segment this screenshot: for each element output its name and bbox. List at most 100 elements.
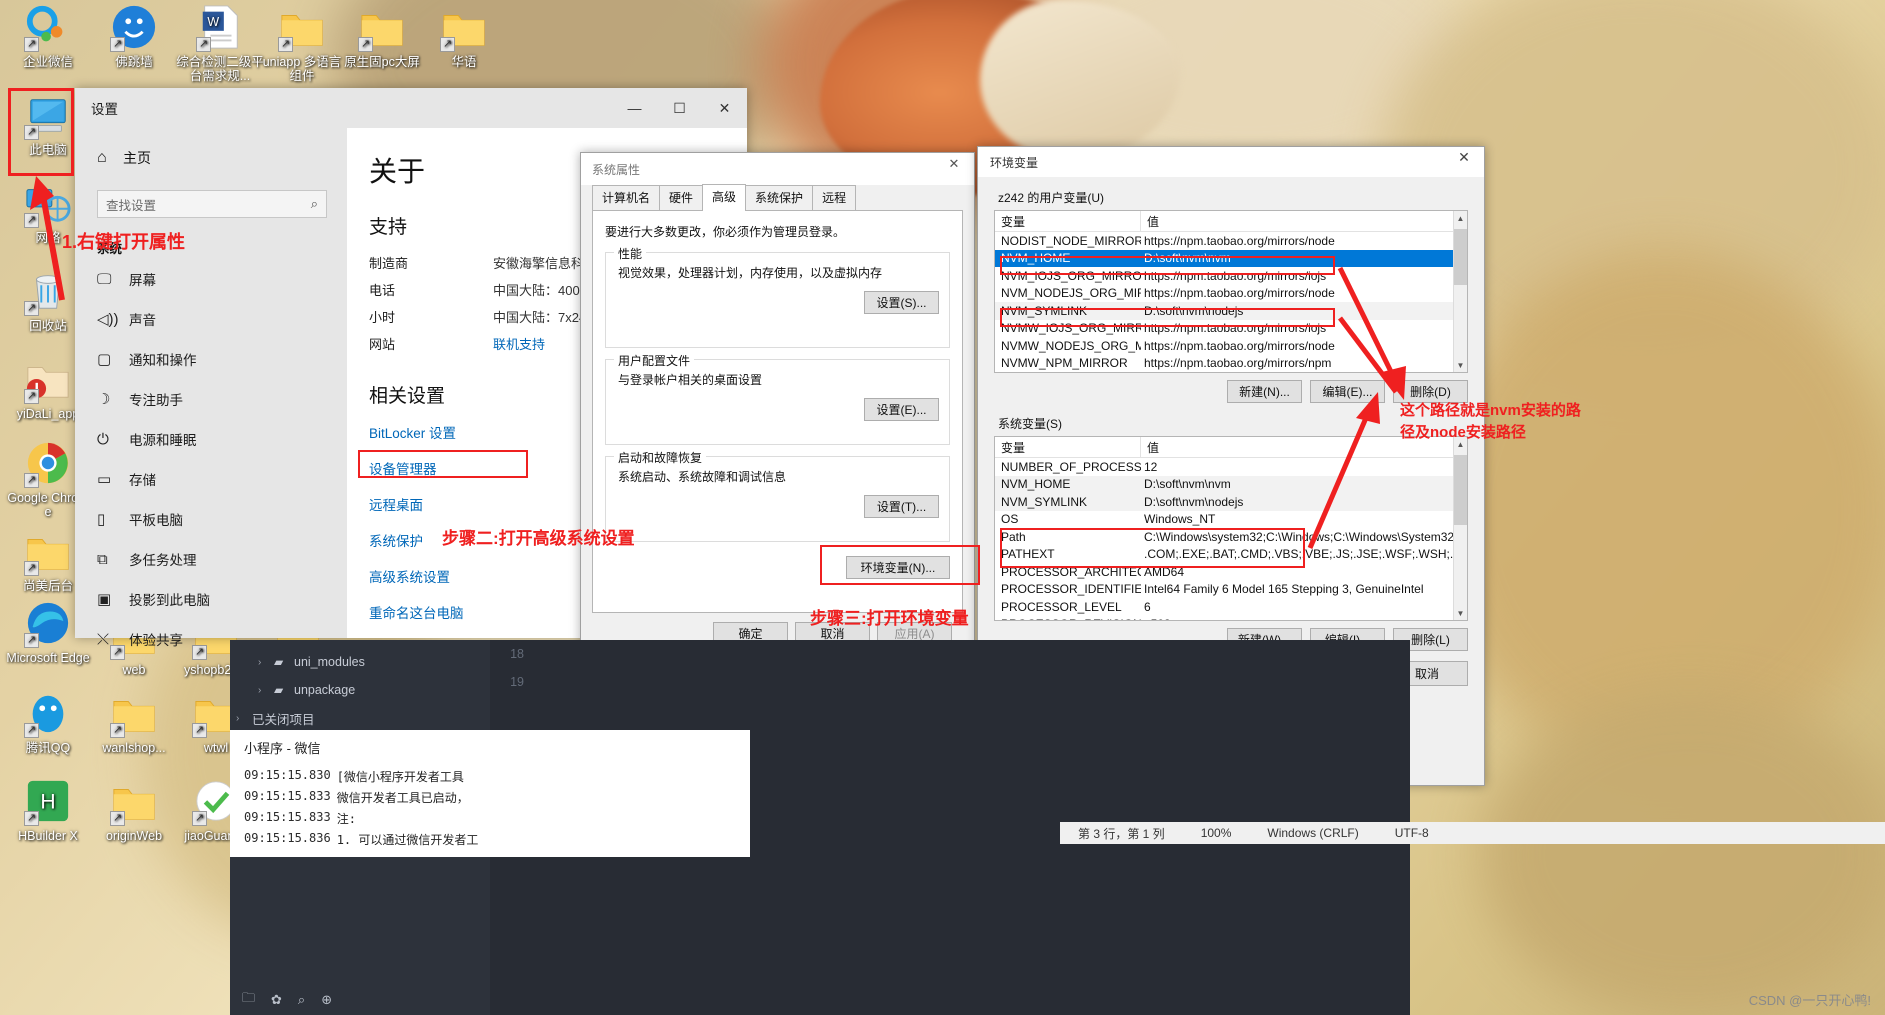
desktop-icon[interactable]: ↗ wanlshop...	[90, 690, 178, 755]
scroll-down-icon[interactable]: ▼	[1454, 606, 1467, 620]
desktop-icon[interactable]: ↗ 企业微信	[4, 4, 92, 69]
desktop-icon[interactable]: W ↗ 综合检测二级平台需求规...	[176, 4, 264, 83]
search-icon: ⌕	[310, 196, 318, 211]
annotation-box-env-button	[820, 545, 980, 585]
search-input[interactable]: 查找设置 ⌕	[97, 190, 327, 218]
globe-icon[interactable]: ⊕	[321, 992, 332, 1008]
tab-远程[interactable]: 远程	[812, 185, 857, 210]
group-legend: 用户配置文件	[614, 352, 695, 369]
sidebar-item-2[interactable]: ▢ 通知和操作	[75, 339, 347, 379]
table-row[interactable]: PROCESSOR_REVISIONa503	[995, 616, 1467, 620]
system-properties-titlebar[interactable]: 系统属性 ✕	[581, 153, 974, 185]
table-row[interactable]: NODIST_NODE_MIRROR https://npm.taobao.org…	[995, 232, 1467, 250]
close-icon[interactable]: ✕	[1444, 142, 1484, 172]
vertical-scrollbar[interactable]: ▲ ▼	[1453, 437, 1467, 620]
encoding[interactable]: UTF-8	[1377, 826, 1447, 840]
log-timestamp: 09:15:15.830	[244, 768, 331, 782]
vertical-scrollbar[interactable]: ▲ ▼	[1453, 211, 1467, 372]
group-settings-button[interactable]: 设置(S)...	[864, 291, 939, 314]
table-row[interactable]: NVM_SYMLINK D:\soft\nvm\nodejs	[995, 493, 1467, 511]
sidebar-item-3[interactable]: ☽ 专注助手	[75, 379, 347, 419]
sidebar-item-8[interactable]: ▣ 投影到此电脑	[75, 579, 347, 619]
desktop-icon-label: 华语	[451, 55, 477, 69]
sidebar-item-4[interactable]: ⏻ 电源和睡眠	[75, 419, 347, 459]
table-row[interactable]: NVM_HOME D:\soft\nvm\nvm	[995, 475, 1467, 493]
sidebar-item-home[interactable]: ⌂ 主页	[75, 140, 347, 176]
table-row[interactable]: NVMW_NPM_MIRROR https://npm.taobao.org/mi…	[995, 355, 1467, 373]
chevron-right-icon[interactable]: ›	[258, 657, 274, 668]
desktop-icon[interactable]: ↗ 华语	[420, 4, 508, 69]
variable-value: https://npm.taobao.org/mirrors/node	[1144, 286, 1335, 301]
scroll-up-icon[interactable]: ▲	[1454, 211, 1467, 225]
gear-icon[interactable]: ✿	[271, 992, 282, 1008]
settings-groups: 性能 视觉效果，处理器计划，内存使用，以及虚拟内存 设置(S)... 用户配置文件 与登…	[605, 245, 950, 542]
table-row[interactable]: NUMBER_OF_PROCESSORS12	[995, 458, 1467, 476]
scrollbar-thumb[interactable]	[1454, 229, 1467, 285]
table-row[interactable]: PROCESSOR_LEVEL 6	[995, 598, 1467, 616]
tree-item[interactable]: › ▰ uni_modules	[230, 648, 490, 676]
line-ending[interactable]: Windows (CRLF)	[1249, 826, 1376, 840]
console-output: 09:15:15.830 [微信小程序开发者工具 09:15:15.833 微信开发者…	[230, 764, 750, 857]
tree-item[interactable]: › 已关闭项目	[230, 704, 490, 732]
desktop-icon[interactable]: ↗ originWeb	[90, 778, 178, 843]
tree-item[interactable]: › ▰ unpackage	[230, 676, 490, 704]
sidebar-item-5[interactable]: ▭ 存储	[75, 459, 347, 499]
table-row[interactable]: OS Windows_NT	[995, 511, 1467, 529]
column-variable[interactable]: 变量	[995, 211, 1141, 231]
group-settings-button[interactable]: 设置(T)...	[864, 495, 939, 518]
close-icon[interactable]: ✕	[702, 88, 747, 128]
close-icon[interactable]: ✕	[934, 149, 974, 179]
search-icon[interactable]: ⌕	[298, 992, 305, 1008]
desktop-icon[interactable]: ↗ 腾讯QQ	[4, 690, 92, 755]
folder-icon[interactable]: 🗀	[242, 989, 255, 1011]
sidebar-item-0[interactable]: 🖵 屏幕	[75, 259, 347, 299]
desktop-root: ↗ 企业微信 ↗ 佛跳墙 W ↗ 综合检测二级平台需求规... ↗ uniapp 多语言组件 ↗ 原…	[0, 0, 1885, 1015]
scrollbar-thumb[interactable]	[1454, 455, 1467, 525]
table-row[interactable]: NVMW_NODEJS_ORG_MI...https://npm.taobao.…	[995, 337, 1467, 355]
env-action-button[interactable]: 编辑(E)...	[1310, 380, 1385, 403]
tab-计算机名[interactable]: 计算机名	[592, 185, 661, 210]
column-value[interactable]: 值	[1141, 211, 1467, 231]
sound-icon: ◁))	[97, 311, 119, 328]
search-placeholder: 查找设置	[106, 198, 157, 213]
desktop-icon-label: 腾讯QQ	[25, 741, 71, 755]
annotation-box-user-nvm-home	[1000, 256, 1335, 275]
desktop-icon[interactable]: ↗ uniapp 多语言组件	[258, 4, 346, 83]
sidebar-item-7[interactable]: ⧉ 多任务处理	[75, 539, 347, 579]
variable-value: Windows_NT	[1144, 512, 1216, 527]
desktop-icon[interactable]: H ↗ HBuilder X	[4, 778, 92, 843]
sidebar-item-1[interactable]: ◁)) 声音	[75, 299, 347, 339]
chevron-right-icon[interactable]: ›	[236, 713, 252, 724]
variable-value: D:\soft\nvm\nvm	[1144, 477, 1231, 492]
user-variables-listview[interactable]: 变量 值 NODIST_NODE_MIRROR https://npm.taoba…	[994, 210, 1468, 373]
zoom-level[interactable]: 100%	[1183, 826, 1250, 840]
settings-titlebar[interactable]: 设置 — ☐ ✕	[75, 88, 747, 128]
console-title-bar[interactable]: 小程序 - 微信	[230, 730, 750, 764]
annotation-box-system-nvm	[1000, 528, 1305, 568]
support-value[interactable]: 联机支持	[493, 334, 545, 353]
cursor-position[interactable]: 第 3 行，第 1 列	[1060, 825, 1183, 842]
chevron-right-icon[interactable]: ›	[258, 685, 274, 696]
tree-item-label: 已关闭项目	[252, 712, 315, 727]
folder-icon: ↗	[358, 4, 406, 52]
desktop-icon-label: originWeb	[105, 829, 163, 843]
table-row[interactable]: PROCESSOR_IDENTIFIER Intel64 Family 6 Mod…	[995, 581, 1467, 599]
tab-系统保护[interactable]: 系统保护	[745, 185, 814, 210]
svg-text:W: W	[207, 15, 219, 29]
tab-高级[interactable]: 高级	[702, 184, 747, 211]
column-variable[interactable]: 变量	[995, 437, 1141, 457]
env-titlebar[interactable]: 环境变量 ✕	[978, 147, 1484, 177]
desktop-icon[interactable]: ↗ 原生固pc大屏	[338, 4, 426, 69]
annotation-step3: 步骤三:打开环境变量	[810, 609, 969, 628]
scroll-down-icon[interactable]: ▼	[1454, 358, 1467, 372]
table-row[interactable]: NVM_NODEJS_ORG_MIR... https://npm.taobao.…	[995, 285, 1467, 303]
minimize-icon[interactable]: —	[612, 88, 657, 128]
user-variable-rows: NODIST_NODE_MIRROR https://npm.taobao.org…	[995, 232, 1467, 372]
desktop-icon[interactable]: ↗ 佛跳墙	[90, 4, 178, 69]
project-tree: › ▰ uni_modules › ▰ unpackage › 已关闭项目	[230, 640, 490, 732]
tab-硬件[interactable]: 硬件	[659, 185, 704, 210]
sidebar-item-6[interactable]: ▯ 平板电脑	[75, 499, 347, 539]
maximize-icon[interactable]: ☐	[657, 88, 702, 128]
env-action-button[interactable]: 新建(N)...	[1227, 380, 1302, 403]
group-settings-button[interactable]: 设置(E)...	[864, 398, 939, 421]
